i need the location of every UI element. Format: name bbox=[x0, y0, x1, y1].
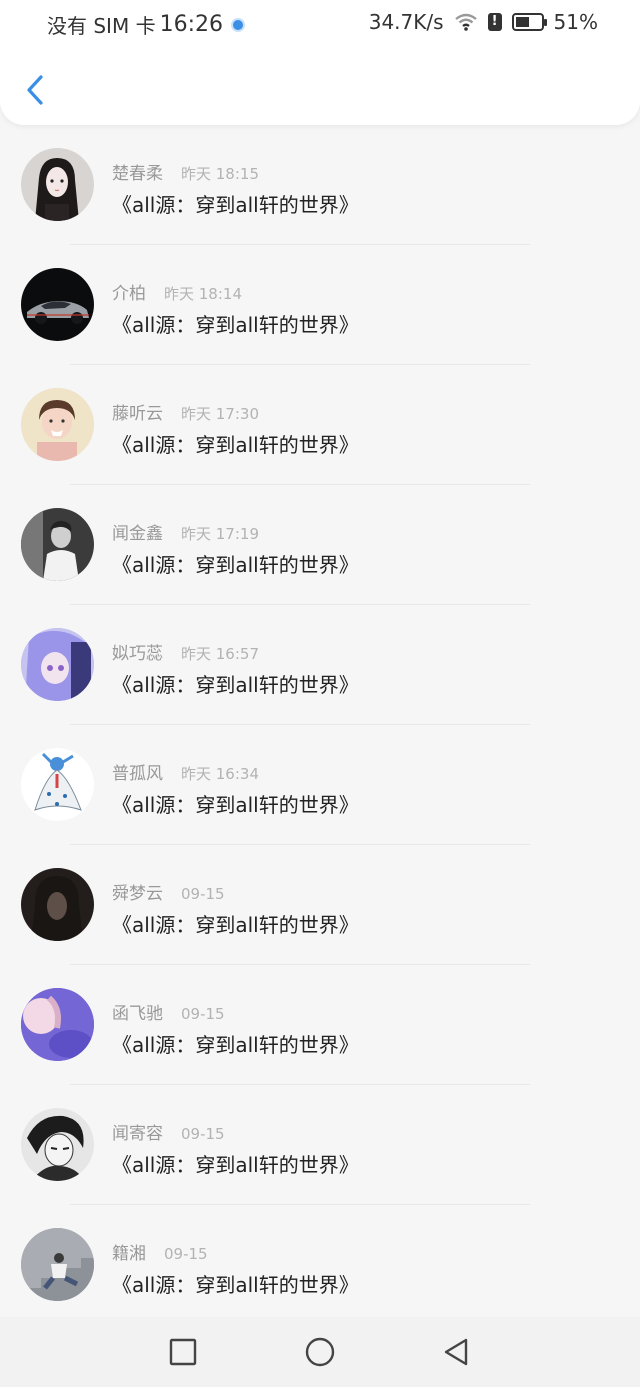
avatar[interactable] bbox=[21, 1228, 94, 1301]
message-text: 《all源：穿到all轩的世界》 bbox=[112, 433, 359, 457]
status-bar: 没有 SIM 卡 16:26 34.7K/s ! 51% bbox=[0, 0, 640, 46]
message-text: 《all源：穿到all轩的世界》 bbox=[112, 553, 359, 577]
notification-dot-icon bbox=[230, 17, 245, 32]
list-item[interactable]: 舜梦云 09-15 《all源：穿到all轩的世界》 bbox=[0, 845, 640, 965]
list-item[interactable]: 闻寄容 09-15 《all源：穿到all轩的世界》 bbox=[0, 1085, 640, 1205]
list-item[interactable]: 闻金鑫 昨天 17:19 《all源：穿到all轩的世界》 bbox=[0, 485, 640, 605]
avatar[interactable] bbox=[21, 388, 94, 461]
nav-bar bbox=[0, 1317, 640, 1387]
name-line: 介柏 昨天 18:14 bbox=[112, 279, 242, 304]
timestamp: 昨天 17:19 bbox=[181, 525, 259, 543]
avatar[interactable] bbox=[21, 148, 94, 221]
message-text: 《all源：穿到all轩的世界》 bbox=[112, 673, 359, 697]
avatar[interactable] bbox=[21, 268, 94, 341]
timestamp: 昨天 17:30 bbox=[181, 405, 259, 423]
name-line: 姒巧蕊 昨天 16:57 bbox=[112, 639, 259, 664]
message-text: 《all源：穿到all轩的世界》 bbox=[112, 313, 359, 337]
timestamp: 昨天 16:57 bbox=[181, 645, 259, 663]
name-line: 藤听云 昨天 17:30 bbox=[112, 399, 259, 424]
carrier-label: 没有 SIM 卡 bbox=[47, 14, 156, 38]
name-line: 籍湘 09-15 bbox=[112, 1239, 208, 1264]
message-text: 《all源：穿到all轩的世界》 bbox=[112, 193, 359, 217]
avatar[interactable] bbox=[21, 508, 94, 581]
avatar[interactable] bbox=[21, 628, 94, 701]
timestamp: 09-15 bbox=[181, 1125, 225, 1143]
user-name[interactable]: 籍湘 bbox=[112, 1239, 146, 1264]
avatar[interactable] bbox=[21, 988, 94, 1061]
battery-icon bbox=[511, 13, 547, 31]
name-line: 普孤风 昨天 16:34 bbox=[112, 759, 259, 784]
list-item[interactable]: 姒巧蕊 昨天 16:57 《all源：穿到all轩的世界》 bbox=[0, 605, 640, 725]
avatar[interactable] bbox=[21, 748, 94, 821]
name-line: 楚春柔 昨天 18:15 bbox=[112, 159, 259, 184]
user-name[interactable]: 藤听云 bbox=[112, 399, 163, 424]
list-item[interactable]: 函飞驰 09-15 《all源：穿到all轩的世界》 bbox=[0, 965, 640, 1085]
list-item[interactable]: 藤听云 昨天 17:30 《all源：穿到all轩的世界》 bbox=[0, 365, 640, 485]
user-name[interactable]: 闻金鑫 bbox=[112, 519, 163, 544]
user-name[interactable]: 普孤风 bbox=[112, 759, 163, 784]
chevron-left-icon[interactable] bbox=[22, 72, 48, 108]
clock: 16:26 bbox=[159, 12, 223, 37]
name-line: 闻寄容 09-15 bbox=[112, 1119, 225, 1144]
timestamp: 09-15 bbox=[164, 1245, 208, 1263]
list-item[interactable]: 籍湘 09-15 《all源：穿到all轩的世界》 bbox=[0, 1205, 640, 1325]
user-name[interactable]: 介柏 bbox=[112, 279, 146, 304]
timestamp: 昨天 18:15 bbox=[181, 165, 259, 183]
user-name[interactable]: 姒巧蕊 bbox=[112, 639, 163, 664]
list-item[interactable]: 介柏 昨天 18:14 《all源：穿到all轩的世界》 bbox=[0, 245, 640, 365]
message-text: 《all源：穿到all轩的世界》 bbox=[112, 1153, 359, 1177]
user-name[interactable]: 楚春柔 bbox=[112, 159, 163, 184]
timestamp: 09-15 bbox=[181, 1005, 225, 1023]
name-line: 闻金鑫 昨天 17:19 bbox=[112, 519, 259, 544]
wifi-icon bbox=[454, 13, 477, 31]
timestamp: 昨天 18:14 bbox=[164, 285, 242, 303]
circle-icon[interactable] bbox=[305, 1337, 335, 1367]
timestamp: 09-15 bbox=[181, 885, 225, 903]
top-bar: 没有 SIM 卡 16:26 34.7K/s ! 51% bbox=[0, 0, 640, 125]
alert-icon: ! bbox=[487, 13, 502, 31]
battery-percent: 51% bbox=[553, 10, 598, 34]
square-icon[interactable] bbox=[169, 1338, 197, 1366]
message-text: 《all源：穿到all轩的世界》 bbox=[112, 793, 359, 817]
message-text: 《all源：穿到all轩的世界》 bbox=[112, 1033, 359, 1057]
list-item[interactable]: 普孤风 昨天 16:34 《all源：穿到all轩的世界》 bbox=[0, 725, 640, 845]
avatar[interactable] bbox=[21, 868, 94, 941]
network-speed: 34.7K/s bbox=[368, 10, 444, 34]
message-list: 楚春柔 昨天 18:15 《all源：穿到all轩的世界》 介柏 昨天 18:14 《al… bbox=[0, 125, 640, 1325]
list-item[interactable]: 楚春柔 昨天 18:15 《all源：穿到all轩的世界》 bbox=[0, 125, 640, 245]
name-line: 舜梦云 09-15 bbox=[112, 879, 225, 904]
triangle-back-icon[interactable] bbox=[442, 1338, 470, 1366]
name-line: 函飞驰 09-15 bbox=[112, 999, 225, 1024]
message-text: 《all源：穿到all轩的世界》 bbox=[112, 1273, 359, 1297]
timestamp: 昨天 16:34 bbox=[181, 765, 259, 783]
user-name[interactable]: 舜梦云 bbox=[112, 879, 163, 904]
avatar[interactable] bbox=[21, 1108, 94, 1181]
message-text: 《all源：穿到all轩的世界》 bbox=[112, 913, 359, 937]
user-name[interactable]: 函飞驰 bbox=[112, 999, 163, 1024]
user-name[interactable]: 闻寄容 bbox=[112, 1119, 163, 1144]
